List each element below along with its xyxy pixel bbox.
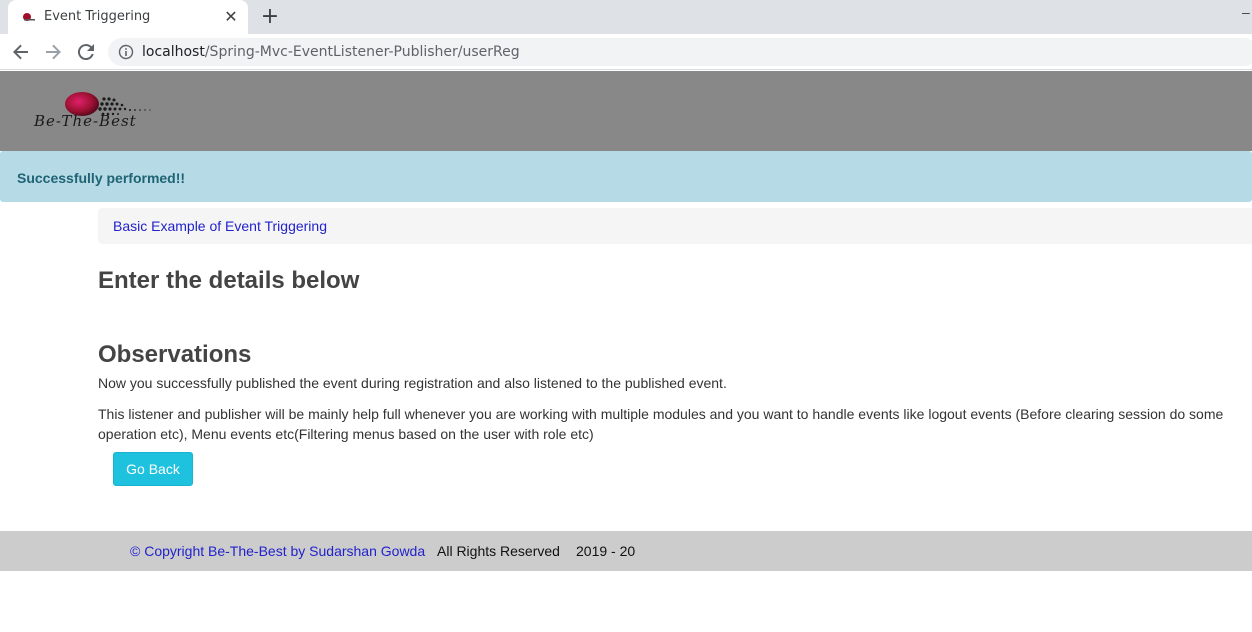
url-text: localhost/Spring-Mvc-EventListener-Publi… (142, 44, 520, 60)
observation-paragraph-2: This listener and publisher will be main… (98, 406, 1224, 442)
back-arrow-icon[interactable] (9, 40, 33, 64)
success-alert: Successfully performed!! (0, 151, 1252, 202)
site-header: Be-The-Best (0, 71, 1252, 151)
new-tab-button[interactable]: + (258, 5, 282, 29)
logo-text: Be-The-Best (33, 112, 137, 130)
browser-tab[interactable]: Event Triggering ✕ (8, 0, 248, 34)
footer-rights: All Rights Reserved (437, 543, 560, 559)
address-bar[interactable]: localhost/Spring-Mvc-EventListener-Publi… (108, 38, 1252, 66)
details-heading: Enter the details below (98, 267, 360, 294)
browser-toolbar: localhost/Spring-Mvc-EventListener-Publi… (0, 34, 1252, 70)
forward-arrow-icon[interactable] (41, 40, 65, 64)
breadcrumb-link[interactable]: Basic Example of Event Triggering (113, 218, 327, 234)
site-favicon-icon (23, 13, 35, 21)
tab-title: Event Triggering (44, 9, 151, 24)
copyright-link[interactable]: © Copyright Be-The-Best by Sudarshan Gow… (130, 543, 425, 559)
browser-tabstrip: Event Triggering ✕ + – (0, 0, 1252, 34)
url-host: localhost (142, 44, 205, 60)
alert-message: Successfully performed!! (17, 170, 186, 186)
site-footer: © Copyright Be-The-Best by Sudarshan Gow… (0, 531, 1252, 571)
footer-years: 2019 - 20 (576, 543, 636, 559)
tab-close-icon[interactable]: ✕ (221, 7, 241, 27)
observations-heading: Observations (98, 341, 252, 368)
breadcrumb: Basic Example of Event Triggering (98, 208, 1252, 244)
info-icon[interactable] (118, 44, 134, 60)
observation-paragraph-1: Now you successfully published the event… (98, 375, 727, 391)
be-the-best-logo[interactable]: Be-The-Best (30, 89, 195, 131)
reload-icon[interactable] (74, 40, 98, 64)
go-back-button[interactable]: Go Back (113, 452, 193, 486)
url-path: /Spring-Mvc-EventListener-Publisher/user… (204, 44, 520, 60)
window-minimize-button[interactable]: – (1242, 4, 1250, 20)
